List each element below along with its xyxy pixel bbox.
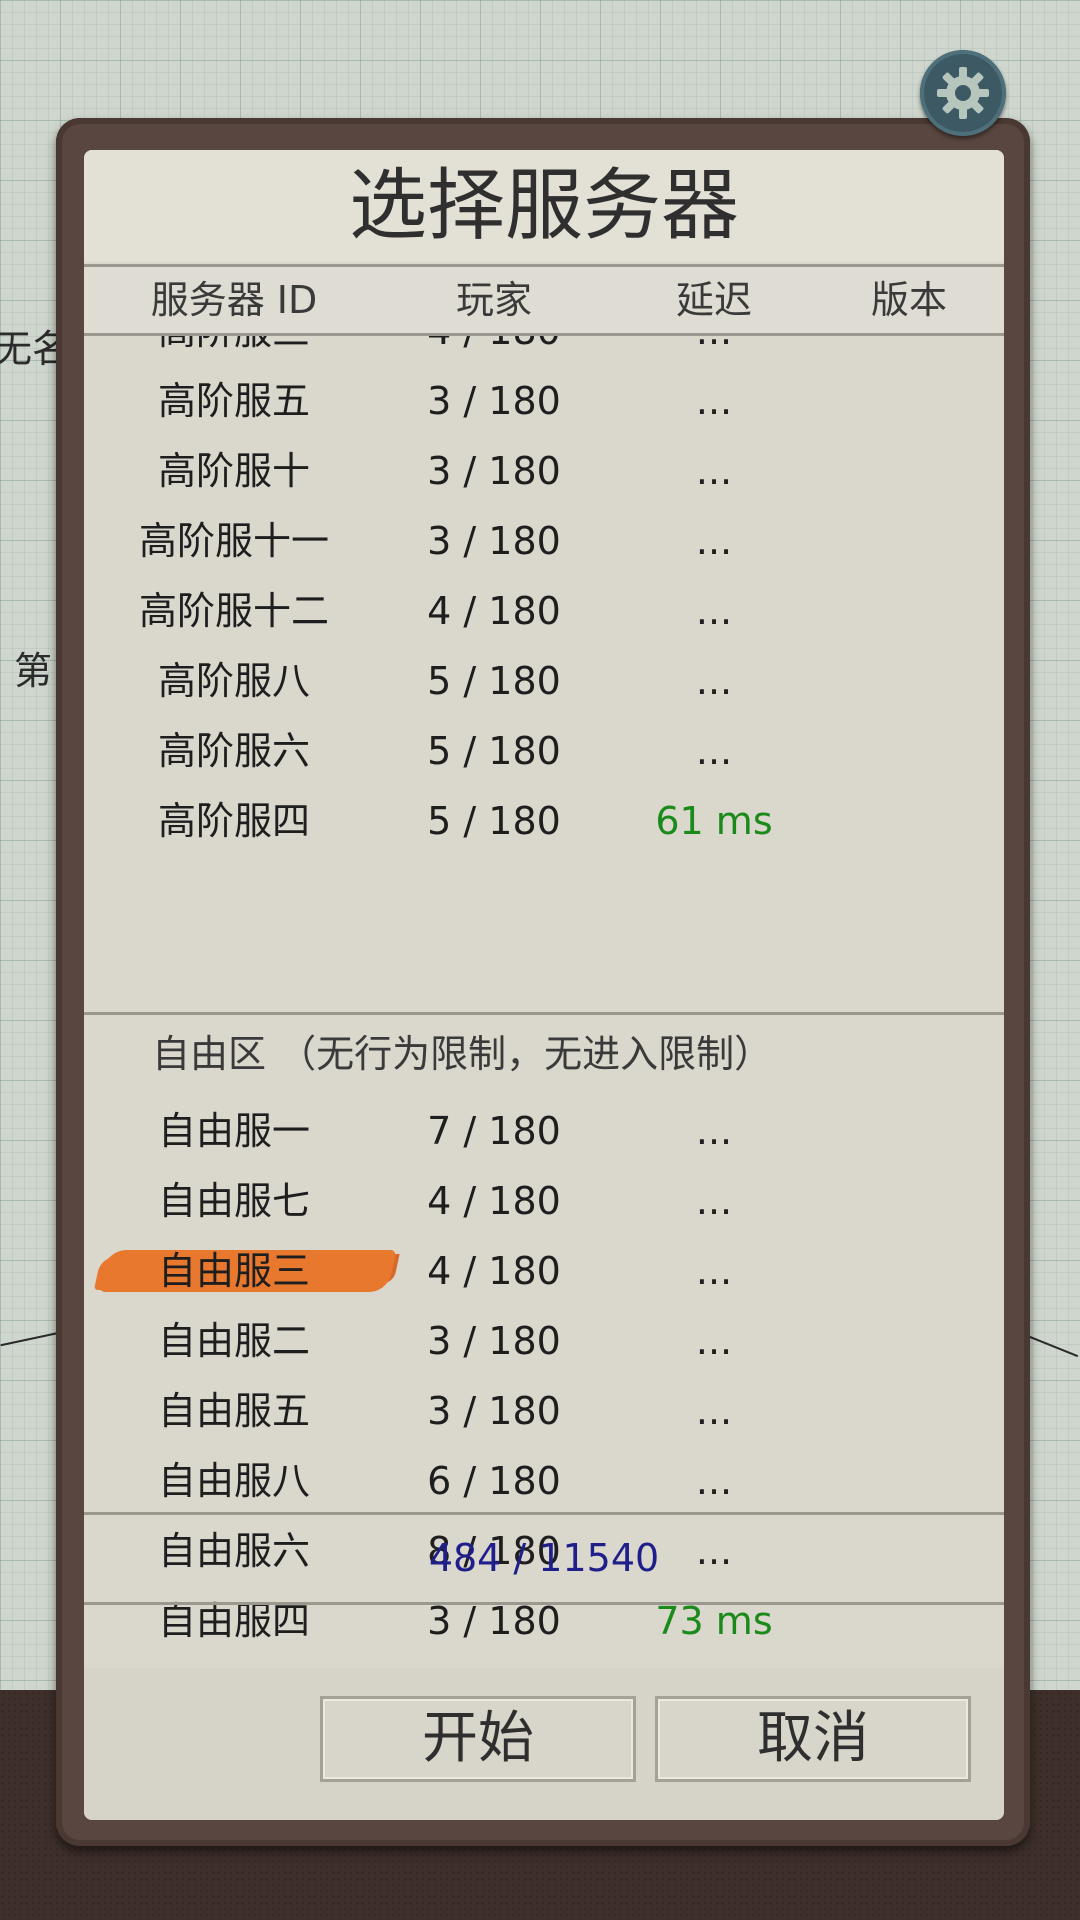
total-divider-bottom xyxy=(84,1602,1004,1605)
server-row[interactable]: 高阶服十一 3 / 180 ... xyxy=(84,506,1004,576)
server-latency: ... xyxy=(695,449,733,493)
background-line-left xyxy=(0,1331,60,1347)
header-server-id[interactable]: 服务器 ID xyxy=(124,267,344,333)
gear-icon xyxy=(937,67,989,119)
server-latency: ... xyxy=(695,589,733,633)
server-row[interactable]: 高阶服八 5 / 180 ... xyxy=(84,646,1004,716)
server-latency: ... xyxy=(695,1249,733,1293)
server-players: 3 / 180 xyxy=(427,1319,561,1363)
server-latency: ... xyxy=(695,1459,733,1503)
server-players: 7 / 180 xyxy=(427,1109,561,1153)
header-version[interactable]: 版本 xyxy=(834,267,984,333)
server-row[interactable]: 高阶服三 4 / 180 ... xyxy=(84,336,1004,366)
server-row-selected[interactable]: 自由服三 4 / 180 ... xyxy=(84,1236,1004,1306)
dialog-title: 选择服务器 xyxy=(84,150,1004,262)
server-latency: ... xyxy=(695,379,733,423)
section-divider xyxy=(84,1012,1004,1015)
server-players: 3 / 180 xyxy=(427,449,561,493)
server-name: 高阶服八 xyxy=(157,659,310,703)
server-players: 4 / 180 xyxy=(427,1249,561,1293)
server-players: 6 / 180 xyxy=(427,1459,561,1503)
server-row[interactable]: 高阶服十 3 / 180 ... xyxy=(84,436,1004,506)
server-name: 自由服一 xyxy=(157,1109,310,1153)
server-latency: ... xyxy=(695,1319,733,1363)
server-name: 自由服八 xyxy=(157,1459,310,1503)
server-latency: ... xyxy=(695,1179,733,1223)
server-name: 高阶服四 xyxy=(157,799,310,843)
cancel-button[interactable]: 取消 xyxy=(655,1696,971,1782)
server-name: 自由服二 xyxy=(157,1319,310,1363)
server-latency: ... xyxy=(695,729,733,773)
server-name: 高阶服十一 xyxy=(138,519,329,563)
server-row[interactable]: 自由服一 7 / 180 ... xyxy=(84,1096,1004,1166)
header-latency[interactable]: 延迟 xyxy=(624,267,804,333)
server-name: 高阶服五 xyxy=(157,379,310,423)
server-select-dialog: 选择服务器 服务器 ID 玩家 延迟 版本 高阶服三 4 / 180 ... 高… xyxy=(84,150,1004,1820)
server-latency: ... xyxy=(695,519,733,563)
server-name: 自由服三 xyxy=(157,1249,310,1293)
server-name: 自由服七 xyxy=(157,1179,310,1223)
server-latency: ... xyxy=(695,1109,733,1153)
server-players: 4 / 180 xyxy=(384,336,604,366)
server-players: 5 / 180 xyxy=(427,799,561,843)
server-players: 5 / 180 xyxy=(427,659,561,703)
server-row[interactable]: 自由服二 3 / 180 ... xyxy=(84,1306,1004,1376)
start-button[interactable]: 开始 xyxy=(320,1696,636,1782)
server-latency: ... xyxy=(695,659,733,703)
server-latency: ... xyxy=(624,336,804,366)
background-line-right xyxy=(1021,1332,1079,1358)
column-header: 服务器 ID 玩家 延迟 版本 xyxy=(84,264,1004,336)
server-players: 4 / 180 xyxy=(427,1179,561,1223)
server-players: 3 / 180 xyxy=(427,1389,561,1433)
server-players: 3 / 180 xyxy=(427,519,561,563)
dialog-footer: 开始 取消 xyxy=(84,1668,1004,1820)
header-players[interactable]: 玩家 xyxy=(384,267,604,333)
server-row[interactable]: 自由服五 3 / 180 ... xyxy=(84,1376,1004,1446)
server-row[interactable]: 高阶服十二 4 / 180 ... xyxy=(84,576,1004,646)
free-section-title: 自由区 （无行为限制，无进入限制） xyxy=(152,1032,773,1076)
server-name: 高阶服十二 xyxy=(138,589,329,633)
settings-button[interactable] xyxy=(920,50,1006,136)
server-latency: ... xyxy=(695,1389,733,1433)
server-name: 高阶服三 xyxy=(124,336,344,366)
server-players: 3 / 180 xyxy=(427,379,561,423)
background-text-mid: 第 xyxy=(14,649,53,693)
server-row[interactable]: 高阶服六 5 / 180 ... xyxy=(84,716,1004,786)
server-name: 高阶服六 xyxy=(157,729,310,773)
server-list[interactable]: 高阶服三 4 / 180 ... 高阶服五 3 / 180 ... 高阶服十 3… xyxy=(84,336,1004,1666)
server-latency: 61 ms xyxy=(655,799,773,843)
server-name: 自由服五 xyxy=(157,1389,310,1433)
server-row[interactable]: 自由服八 6 / 180 ... xyxy=(84,1446,1004,1516)
server-row[interactable]: 自由服七 4 / 180 ... xyxy=(84,1166,1004,1236)
server-players: 5 / 180 xyxy=(427,729,561,773)
server-row[interactable]: 高阶服五 3 / 180 ... xyxy=(84,366,1004,436)
server-name: 高阶服十 xyxy=(157,449,310,493)
server-players: 4 / 180 xyxy=(427,589,561,633)
total-players: 484 / 11540 xyxy=(428,1536,660,1580)
server-row[interactable]: 高阶服四 5 / 180 61 ms xyxy=(84,786,1004,856)
